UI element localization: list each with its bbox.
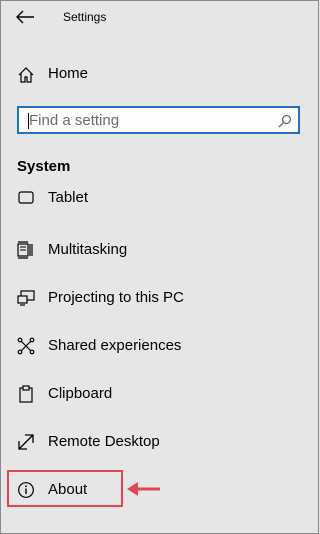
back-arrow-icon[interactable] <box>14 8 36 26</box>
search-box[interactable] <box>17 106 300 134</box>
multitasking-icon <box>17 241 33 259</box>
nav-item-tablet[interactable]: Tablet <box>0 186 319 218</box>
remote-desktop-icon <box>18 434 34 450</box>
title-bar: Settings <box>0 0 319 34</box>
search-input[interactable] <box>29 108 269 132</box>
about-highlight-box <box>7 470 123 507</box>
projecting-icon <box>17 290 35 306</box>
nav-item-projecting[interactable]: Projecting to this PC <box>0 278 319 318</box>
nav-item-label: Projecting to this PC <box>48 289 184 306</box>
tablet-icon <box>18 191 34 204</box>
nav-item-label: Multitasking <box>48 241 128 258</box>
clipboard-icon <box>19 385 33 403</box>
nav-item-label: Remote Desktop <box>48 433 160 450</box>
nav-item-multitasking[interactable]: Multitasking <box>0 230 319 270</box>
annotation-arrow-icon <box>127 482 160 496</box>
home-label: Home <box>48 65 89 82</box>
nav-item-remote-desktop[interactable]: Remote Desktop <box>0 422 319 462</box>
home-nav-item[interactable]: Home <box>0 58 319 90</box>
shared-experiences-icon <box>17 337 35 355</box>
nav-item-label: Shared experiences <box>48 337 182 354</box>
nav-item-clipboard[interactable]: Clipboard <box>0 374 319 414</box>
nav-item-shared-experiences[interactable]: Shared experiences <box>0 326 319 366</box>
home-icon <box>18 67 34 83</box>
nav-item-label: Clipboard <box>48 385 113 402</box>
window-title: Settings <box>63 10 107 24</box>
section-heading: System <box>17 158 71 175</box>
search-icon[interactable] <box>278 114 292 128</box>
nav-item-label: Tablet <box>48 189 89 206</box>
